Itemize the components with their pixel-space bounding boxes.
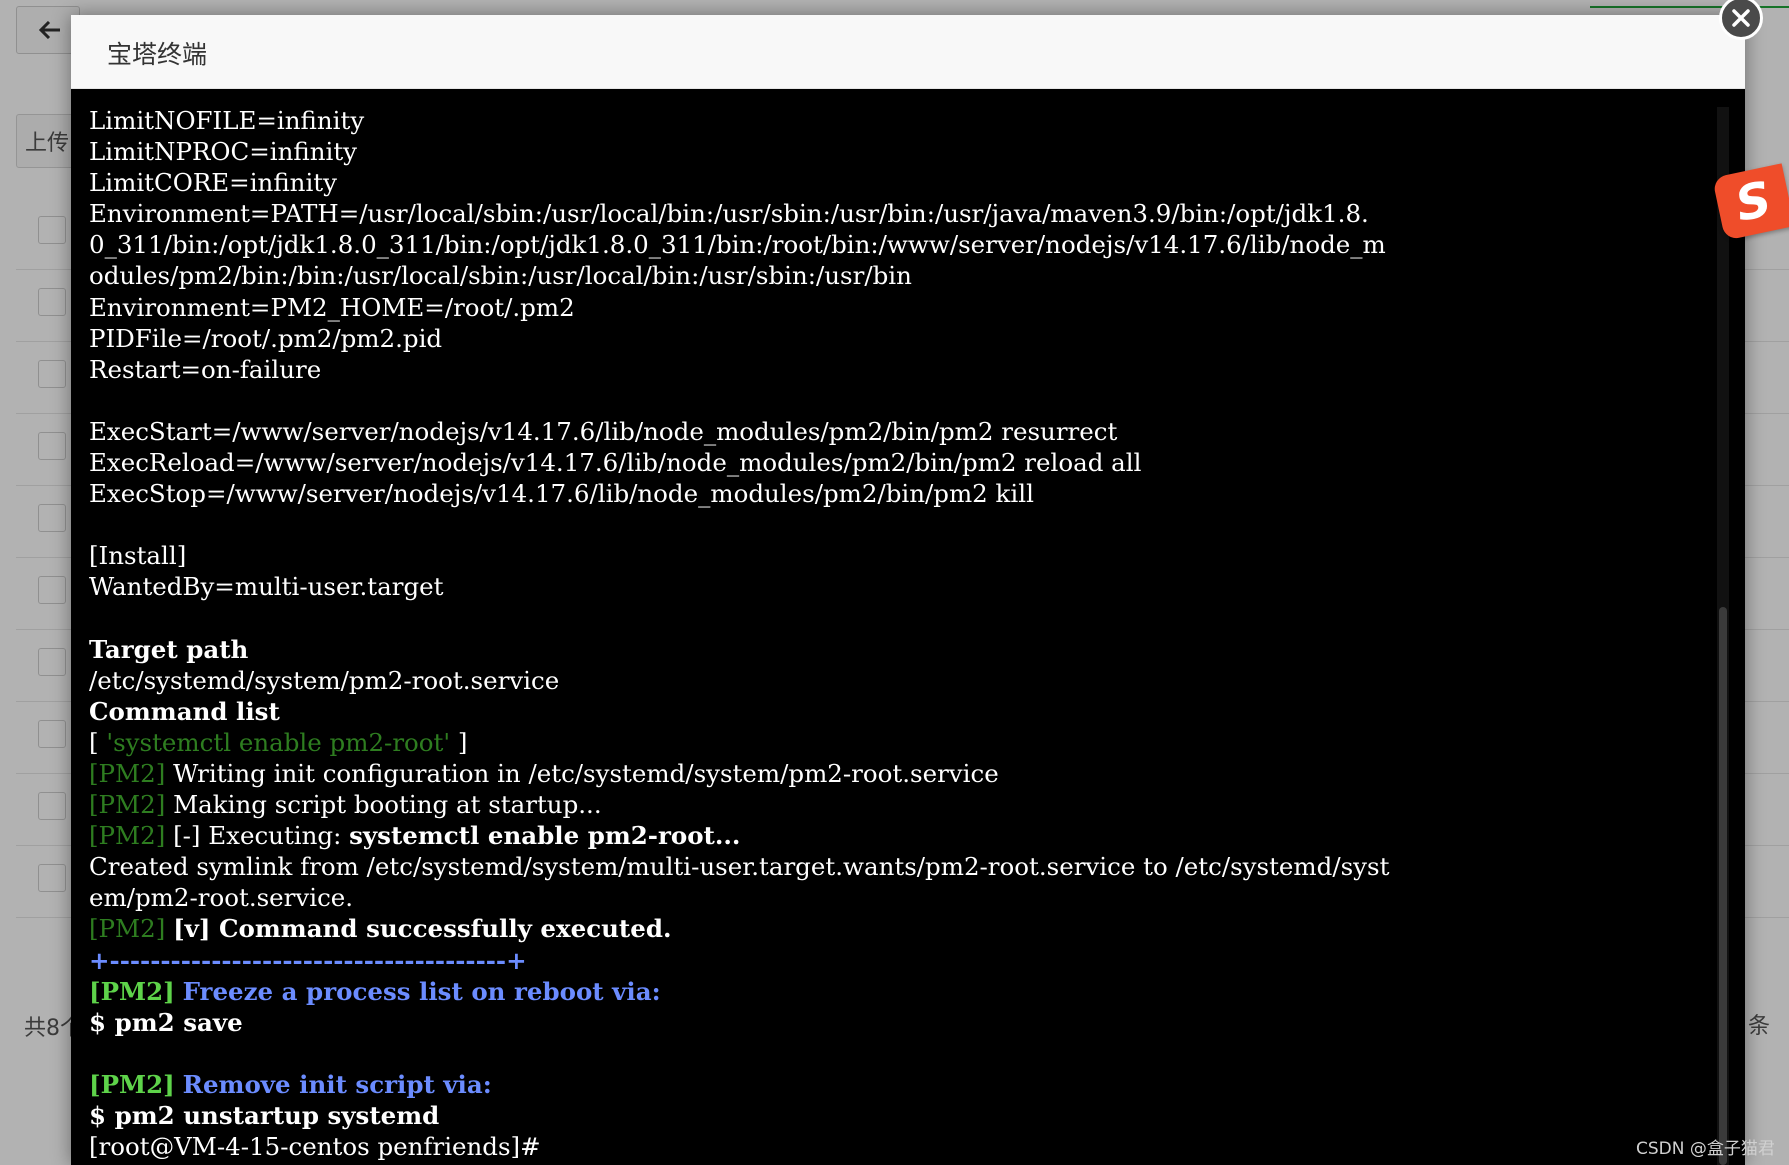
terminal-text: LimitCORE=infinity	[89, 168, 337, 198]
terminal-text: ]	[450, 727, 468, 757]
terminal-line: PIDFile=/root/.pm2/pm2.pid	[89, 323, 1705, 354]
terminal-text: ExecStop=/www/server/nodejs/v14.17.6/lib…	[89, 479, 1034, 509]
terminal-line: odules/pm2/bin:/bin:/usr/local/sbin:/usr…	[89, 260, 1705, 291]
terminal-line: LimitCORE=infinity	[89, 167, 1705, 198]
terminal-text: Environment=PM2_HOME=/root/.pm2	[89, 292, 575, 322]
terminal-text: [PM2]	[89, 976, 175, 1006]
terminal-text: [PM2]	[89, 758, 166, 788]
terminal-text: PIDFile=/root/.pm2/pm2.pid	[89, 323, 443, 353]
sogou-ime-icon[interactable]: S	[1712, 163, 1789, 241]
terminal-text: [PM2]	[89, 1069, 175, 1099]
terminal-line: +---------------------------------------…	[89, 945, 1705, 976]
terminal-line: $ pm2 unstartup systemd	[89, 1100, 1705, 1131]
terminal-text: WantedBy=multi-user.target	[89, 572, 444, 602]
terminal-line: Restart=on-failure	[89, 354, 1705, 385]
terminal-text: systemctl enable pm2-root...	[349, 821, 741, 851]
terminal-line: [Install]	[89, 540, 1705, 571]
terminal-text: $ pm2 unstartup systemd	[89, 1101, 440, 1130]
terminal-text: Created symlink from /etc/systemd/system…	[89, 852, 1390, 882]
terminal-output[interactable]: LimitNOFILE=infinity LimitNPROC=infinity L…	[89, 105, 1705, 1165]
terminal-line: [root@VM-4-15-centos penfriends]#	[89, 1131, 1705, 1162]
close-icon	[1732, 9, 1750, 27]
terminal-line: [ 'systemctl enable pm2-root' ]	[89, 727, 1705, 758]
modal-header: 宝塔终端	[71, 15, 1745, 89]
terminal-text: $ pm2 save	[89, 1007, 243, 1037]
modal-title: 宝塔终端	[107, 40, 208, 69]
terminal-text: [Install]	[89, 541, 187, 571]
terminal-text: LimitNPROC=infinity	[89, 137, 358, 167]
terminal-line: /etc/systemd/system/pm2-root.service	[89, 665, 1705, 696]
terminal-text: 0_311/bin:/opt/jdk1.8.0_311/bin:/opt/jdk…	[89, 230, 1386, 260]
terminal-text: ExecStart=/www/server/nodejs/v14.17.6/li…	[89, 416, 1118, 446]
sogou-badge-letter: S	[1730, 171, 1777, 233]
terminal-text: ExecReload=/www/server/nodejs/v14.17.6/l…	[89, 448, 1142, 478]
terminal-text: Making script booting at startup...	[165, 790, 602, 820]
terminal-line: [PM2] [v] Command successfully executed.	[89, 913, 1705, 944]
terminal-text: LimitNOFILE=infinity	[89, 106, 365, 135]
terminal-line: [PM2] Writing init configuration in /etc…	[89, 758, 1705, 789]
terminal-text: [PM2]	[89, 914, 166, 944]
terminal-text: [PM2]	[89, 790, 166, 820]
terminal-text: [v] Command successfully executed.	[173, 914, 672, 944]
terminal-line: 0_311/bin:/opt/jdk1.8.0_311/bin:/opt/jdk…	[89, 229, 1705, 260]
terminal-line: [PM2] Freeze a process list on reboot vi…	[89, 976, 1705, 1007]
terminal-line: [PM2] Making script booting at startup..…	[89, 789, 1705, 820]
terminal-text: Command list	[89, 696, 280, 726]
terminal-text: Environment=PATH=/usr/local/sbin:/usr/lo…	[89, 199, 1369, 229]
terminal-line: $ pm2 save	[89, 1007, 1705, 1038]
close-button[interactable]	[1717, 0, 1765, 40]
terminal-text: [-] Executing:	[165, 821, 350, 851]
terminal-line: LimitNPROC=infinity	[89, 136, 1705, 167]
terminal-line: Command list	[89, 696, 1705, 727]
terminal-scrollbar-thumb[interactable]	[1719, 607, 1727, 1165]
terminal-text: [	[89, 727, 107, 757]
terminal-line: ExecStop=/www/server/nodejs/v14.17.6/lib…	[89, 478, 1705, 509]
terminal-line: WantedBy=multi-user.target	[89, 571, 1705, 602]
terminal-text: Writing init configuration in /etc/syste…	[165, 758, 999, 788]
terminal-line: LimitNOFILE=infinity	[89, 105, 1705, 136]
terminal-modal: 宝塔终端 LimitNOFILE=infinity LimitNPROC=infi…	[71, 15, 1745, 1165]
terminal-text: /etc/systemd/system/pm2-root.service	[89, 665, 560, 695]
terminal-line: ExecStart=/www/server/nodejs/v14.17.6/li…	[89, 416, 1705, 447]
terminal-line: Environment=PM2_HOME=/root/.pm2	[89, 292, 1705, 323]
terminal-text: Target path	[89, 634, 249, 664]
terminal-line: Environment=PATH=/usr/local/sbin:/usr/lo…	[89, 198, 1705, 229]
terminal-text: [root@VM-4-15-centos penfriends]#	[89, 1132, 541, 1162]
terminal-line: [PM2] [-] Executing: systemctl enable pm…	[89, 820, 1705, 851]
terminal-line: ExecReload=/www/server/nodejs/v14.17.6/l…	[89, 447, 1705, 478]
terminal-text: Remove init script via:	[182, 1069, 492, 1099]
terminal-text: +---------------------------------------…	[89, 945, 527, 975]
terminal-line: em/pm2-root.service.	[89, 882, 1705, 913]
terminal-line: Target path	[89, 634, 1705, 665]
terminal-line: Created symlink from /etc/systemd/system…	[89, 851, 1705, 882]
terminal-text: odules/pm2/bin:/bin:/usr/local/sbin:/usr…	[89, 261, 912, 291]
terminal-text: em/pm2-root.service.	[89, 883, 354, 913]
terminal-text: [PM2]	[89, 821, 166, 851]
terminal-line: [PM2] Remove init script via:	[89, 1069, 1705, 1100]
terminal-text: Restart=on-failure	[89, 354, 322, 384]
terminal-text: 'systemctl enable pm2-root'	[106, 727, 451, 757]
terminal-text: Freeze a process list on reboot via:	[182, 976, 661, 1006]
watermark: CSDN @盒子猫君	[1636, 1139, 1775, 1159]
